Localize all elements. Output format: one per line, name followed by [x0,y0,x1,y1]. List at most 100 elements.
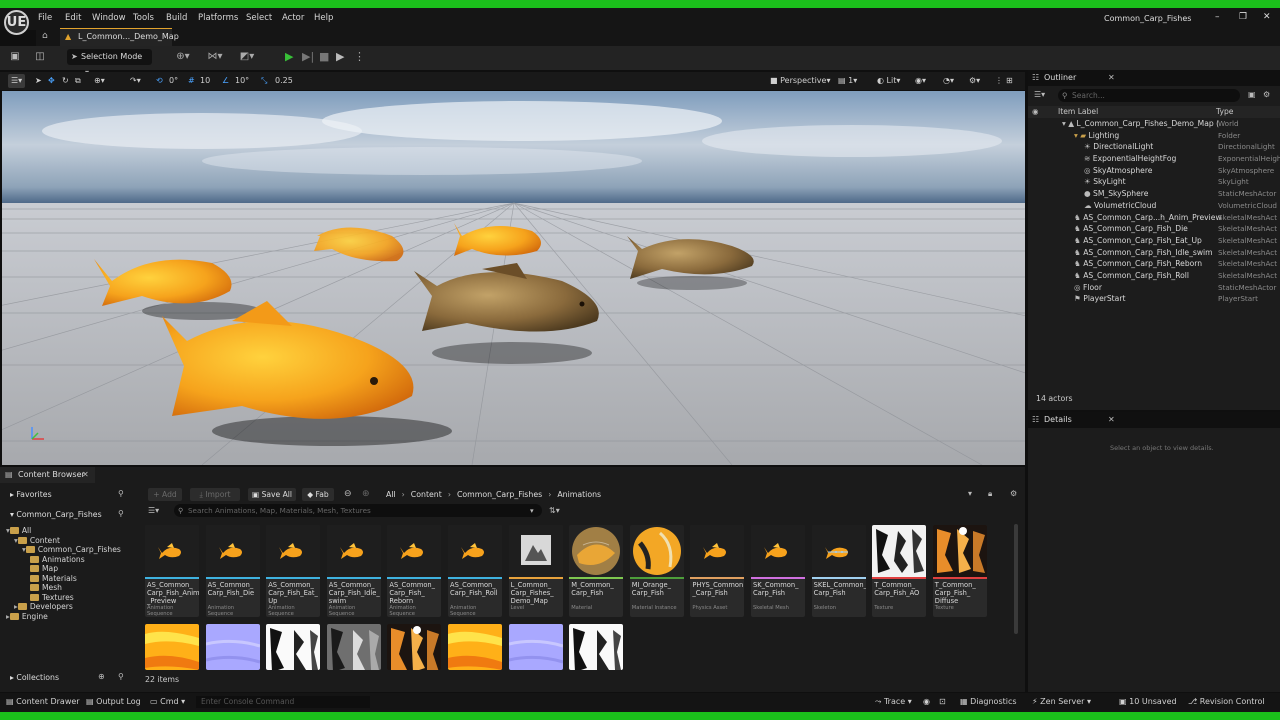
breadcrumb-item[interactable]: Content [411,490,442,499]
asset-tile[interactable]: SK_Common_ Carp_Fish Skeletal Mesh [751,525,805,617]
unreal-logo-icon[interactable]: UE [4,10,29,35]
visibility-icon[interactable]: ◉ [1032,106,1039,118]
folder-engine[interactable]: ▸ Engine [6,612,48,622]
folder-mesh[interactable]: Mesh [4,583,136,593]
menu-platforms[interactable]: Platforms [198,10,238,26]
close-content-browser-icon[interactable]: ✕ [82,467,89,483]
collections-search-icon[interactable]: ⚲ [118,672,124,681]
cb-settings-icon[interactable]: ⚙ [1010,489,1017,498]
stop-button[interactable]: ■ [319,50,329,63]
outliner-row[interactable]: ◎ Floor StaticMeshActor [1028,282,1280,294]
outliner-row[interactable]: ◎ SkyAtmosphere SkyAtmosphere [1028,165,1280,177]
show-flags-icon[interactable]: ◉▾ [915,74,926,88]
level-viewport[interactable] [2,91,1025,465]
asset-tile[interactable]: AS_Common_ Carp_Fish_Anim _Preview Animat… [145,525,199,617]
add-folder-icon[interactable]: ▣ [1248,90,1256,99]
project-search-icon[interactable]: ⚲ [118,509,124,518]
view-mode-dropdown[interactable]: ◐ Lit▾ [877,74,900,88]
output-log-button[interactable]: ▤ Output Log [86,697,141,706]
menu-file[interactable]: File [38,10,52,26]
folder-map[interactable]: Map [4,564,136,574]
translate-tool-icon[interactable]: ✥ [48,74,55,88]
asset-tile[interactable]: M_Common_ Carp_Fish Material [569,525,624,617]
asset-tile[interactable]: AS_Common_ Carp_Fish_Roll Animation Seque… [448,525,502,617]
viewport-more-icon[interactable]: ⋮ [995,74,1003,88]
tab-map[interactable]: ▲ L_Common..._Demo_Map [60,28,179,46]
pause-button[interactable]: ▶| [302,50,314,63]
sort-icon[interactable]: ⇅▾ [549,506,560,515]
content-browser-tab[interactable]: ▤ Content Browser ✕ [0,467,95,483]
scale-snap-icon[interactable]: ⤡ [261,74,267,88]
asset-tile[interactable]: PHYS_Common _Carp_Fish Physics Asset [690,525,745,617]
outliner-row[interactable]: ☀ SkyLight SkyLight [1028,176,1280,188]
asset-tile[interactable] [508,624,563,670]
asset-tile[interactable]: SKEL_Common_ Carp_Fish Skeleton [811,525,866,617]
outliner-row[interactable]: ♞ AS_Common_Carp_Fish_Idle_swim SkeletalM… [1028,247,1280,259]
menu-actor[interactable]: Actor [282,10,304,26]
rotate-snap-value[interactable]: 0° [169,74,178,88]
save-icon[interactable]: ▣ [8,50,22,64]
folder-materials[interactable]: Materials [4,573,136,583]
record-icon[interactable]: ◉ [923,697,930,706]
diagnostics-button[interactable]: ▦ Diagnostics [960,697,1017,706]
asset-tile[interactable]: L_Common_ Carp_Fishes_ Demo_Map Level [508,525,563,617]
zen-server-button[interactable]: ⚡ Zen Server ▾ [1032,697,1091,706]
search-dropdown-icon[interactable]: ▾ [530,504,534,517]
layout-icon[interactable]: ⊞ [1006,74,1013,88]
outliner-row[interactable]: ☀ DirectionalLight DirectionalLight [1028,141,1280,153]
browse-icon[interactable]: ◫ [33,50,47,64]
folder-content[interactable]: ▾ Content [4,535,136,545]
folder-all[interactable]: ▾ All [4,526,136,536]
asset-tile[interactable] [326,624,381,670]
history-back-icon[interactable]: ⊖ [344,489,352,499]
grid-snap-value[interactable]: 10 [200,74,210,88]
col-type[interactable]: Type [1216,106,1233,118]
lock-icon[interactable]: 🔒︎ [988,489,992,499]
unsaved-button[interactable]: ▣ 10 Unsaved [1119,697,1177,706]
history-forward-icon[interactable]: ⊕ [362,489,370,499]
cb-filter-icon[interactable]: ☰▾ [148,506,159,515]
project-section[interactable]: ▾ Common_Carp_Fishes [10,510,102,519]
outliner-search-input[interactable]: ⚲ Search... [1058,89,1240,102]
launch-button[interactable]: ▶ [336,50,344,63]
select-tool-icon[interactable]: ➤ [35,74,42,88]
folder-common_carp_fishes[interactable]: ▾ Common_Carp_Fishes [4,545,136,555]
outliner-row[interactable]: ♞ AS_Common_Carp_Fish_Roll SkeletalMeshAc… [1028,270,1280,282]
asset-tile[interactable]: T_Common_ Carp_Fish_ Diffuse Texture [932,525,987,617]
menu-help[interactable]: Help [314,10,333,26]
asset-tile[interactable] [448,624,502,670]
camera-speed[interactable]: ▤ 1▾ [838,74,857,88]
asset-tile[interactable] [145,624,199,670]
breadcrumb-item[interactable]: Animations [557,490,601,499]
close-window-button[interactable]: ✕ [1263,12,1271,22]
console-input[interactable]: Enter Console Command [196,696,370,708]
selection-mode-dropdown[interactable]: ➤ Selection Mode ▾ [67,49,152,77]
viewport-scene[interactable] [2,91,1025,465]
perspective-dropdown[interactable]: ■ Perspective▾ [770,74,830,88]
asset-search-input[interactable]: ⚲ Search Animations, Map, Materials, Mes… [174,504,542,517]
home-icon[interactable]: ⌂ [42,31,48,41]
asset-tile[interactable]: AS_Common_ Carp_Fish_Die Animation Sequen… [205,525,260,617]
menu-edit[interactable]: Edit [65,10,81,26]
blueprint-icon[interactable]: ⋈▾ [204,50,226,64]
folder-developers[interactable]: ▸ Developers [14,602,73,612]
asset-tile[interactable] [205,624,260,670]
filter-icon[interactable]: ☰▾ [1034,90,1045,99]
asset-tile[interactable]: T_Common_ Carp_Fish_AO Texture [872,525,927,617]
add-actor-icon[interactable]: ⊕▾ [172,50,194,64]
angle-snap-icon[interactable]: ∠ [222,74,229,88]
menu-window[interactable]: Window [92,10,126,26]
angle-snap-value[interactable]: 10° [235,74,249,88]
save-all-button[interactable]: ▣ Save All [248,488,296,501]
asset-tile[interactable]: AS_Common_ Carp_Fish_Idle_ swim Animation… [326,525,381,617]
menu-tools[interactable]: Tools [133,10,154,26]
outliner-row[interactable]: ▾ ▰ Lighting Folder [1028,130,1280,142]
add-collection-icon[interactable]: ⊕ [98,672,105,681]
outliner-row[interactable]: ≋ ExponentialHeightFog ExponentialHeigh [1028,153,1280,165]
grid-snap-icon[interactable]: # [188,74,195,88]
close-outliner-icon[interactable]: ✕ [1108,70,1115,86]
asset-tile[interactable]: AS_Common_ Carp_Fish_Eat_ Up Animation Se… [266,525,321,617]
outliner-row[interactable]: ▾ ▲ L_Common_Carp_Fishes_Demo_Map (World [1028,118,1280,130]
cinematics-icon[interactable]: ◩▾ [236,50,258,64]
cmd-dropdown[interactable]: ▭ Cmd ▾ [150,697,185,706]
